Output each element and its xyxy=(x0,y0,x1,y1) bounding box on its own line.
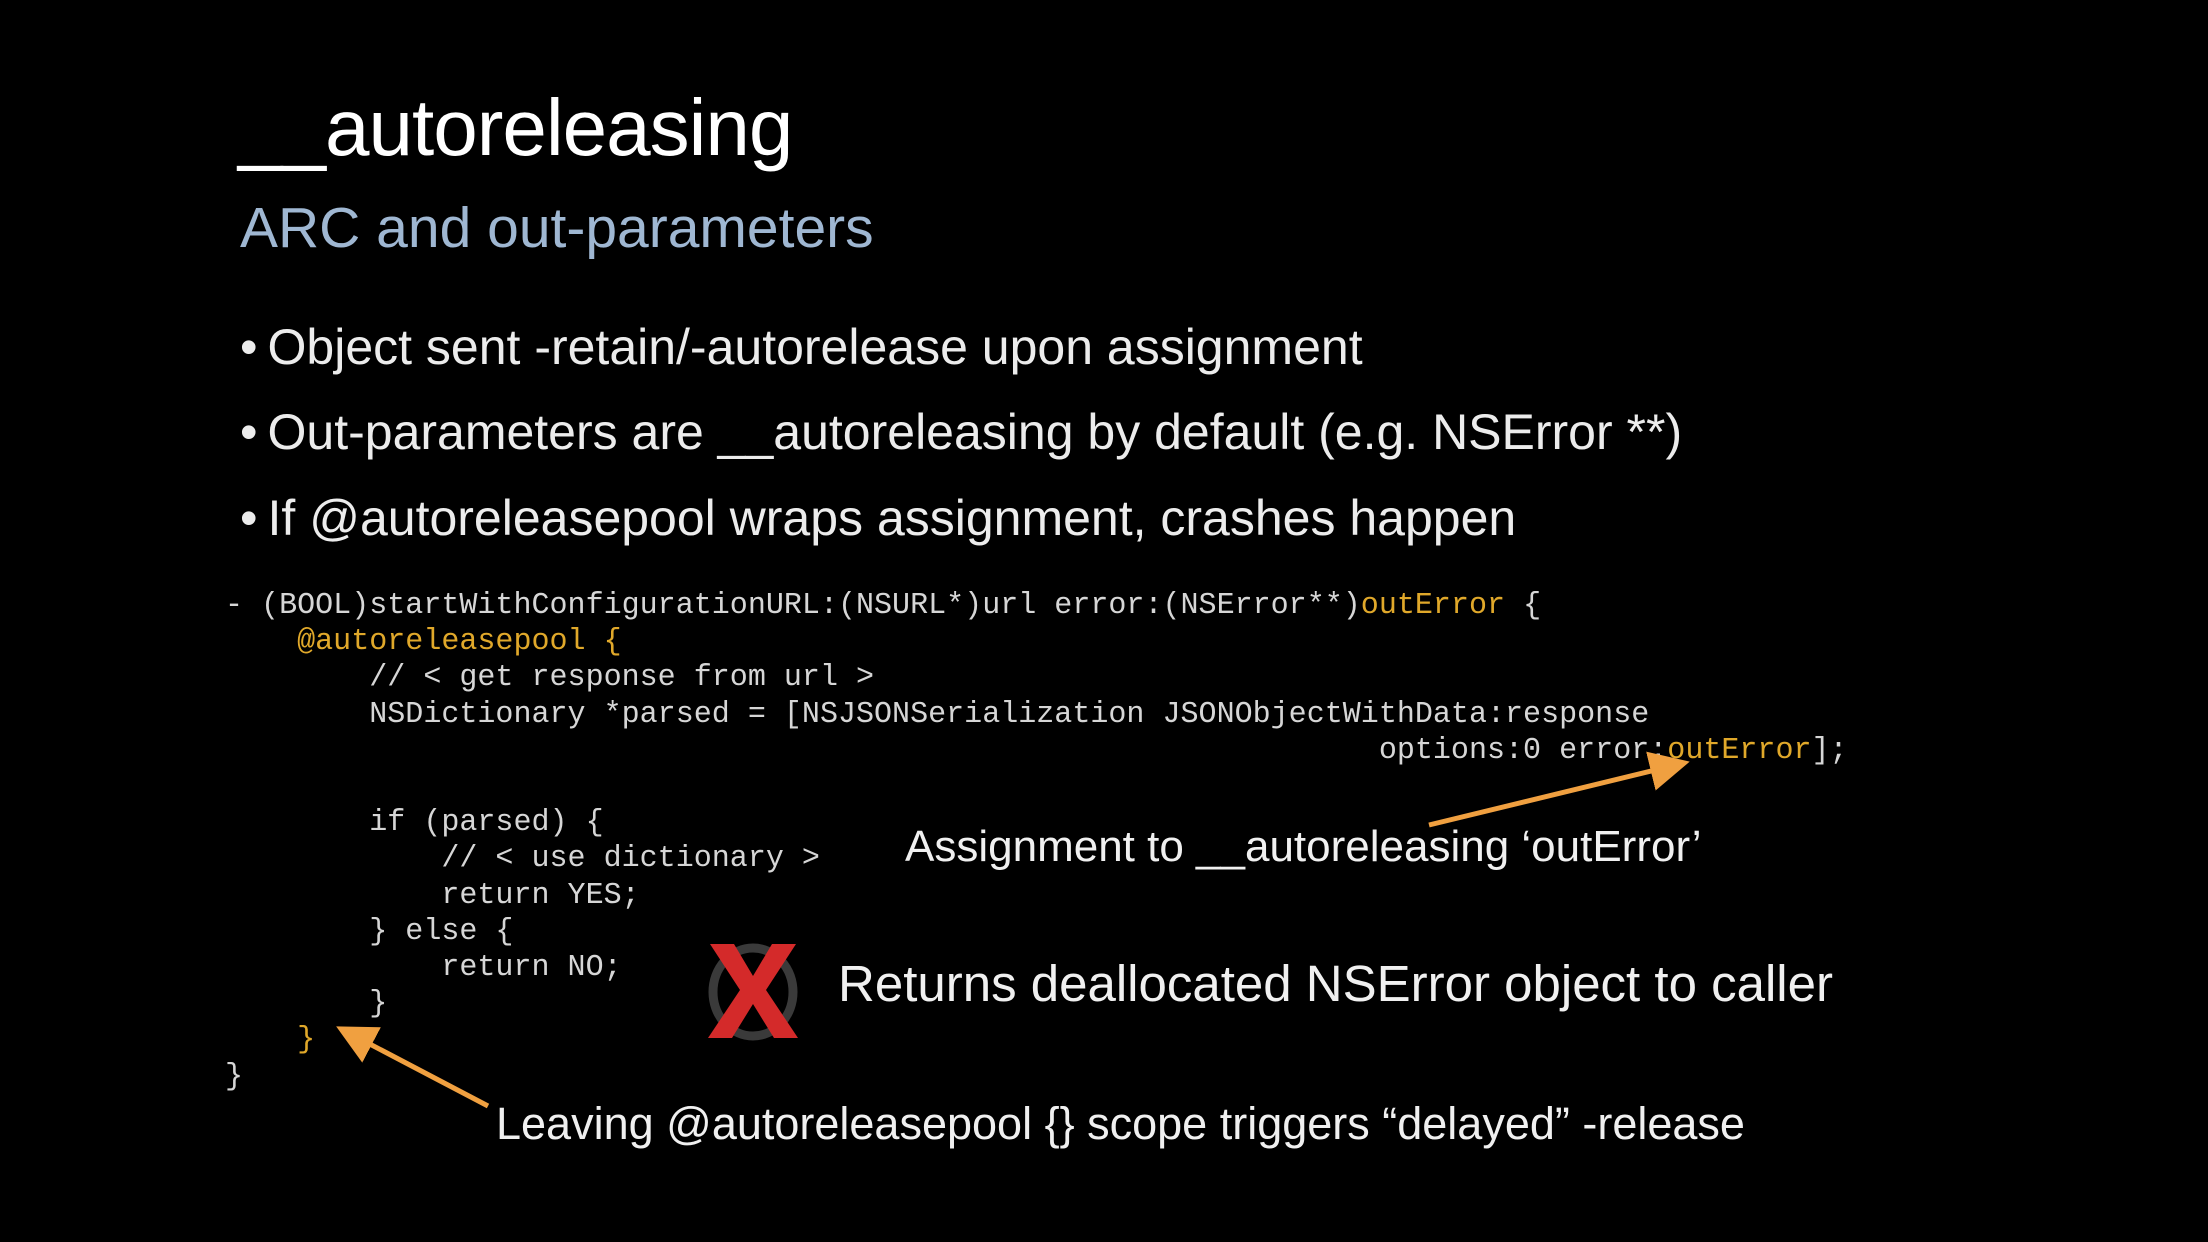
bullet-text: If @autoreleasepool wraps assignment, cr… xyxy=(267,490,1517,546)
code-line: ​ xyxy=(225,769,1848,805)
code-line: return YES; xyxy=(225,878,640,913)
bullet-item: • Object sent -retain/-autorelease upon a… xyxy=(240,319,1363,375)
code-line: } xyxy=(225,1023,316,1058)
code-line: @autoreleasepool { xyxy=(225,625,622,660)
bullet-item: • If @autoreleasepool wraps assignment, c… xyxy=(240,490,1517,546)
annotation-assignment: Assignment to __autoreleasing ‘outError’ xyxy=(905,822,1702,871)
annotation-returns: Returns deallocated NSError object to ca… xyxy=(838,955,1833,1012)
code-line: options:0 error:outError]; xyxy=(225,733,1848,768)
code-line: - (BOOL)startWithConfigurationURL:(NSURL… xyxy=(225,589,1542,623)
x-mark-icon xyxy=(708,943,798,1041)
code-line: // < get response from url > xyxy=(225,661,875,696)
slide-title: __autoreleasing xyxy=(238,83,793,172)
bullet-item: • Out-parameters are __autoreleasing by d… xyxy=(240,404,1683,460)
bullet-text: Object sent -retain/-autorelease upon as… xyxy=(267,319,1363,375)
code-line: } else { xyxy=(225,914,514,949)
code-line: } xyxy=(225,1059,244,1094)
annotation-leaving: Leaving @autoreleasepool {} scope trigge… xyxy=(496,1098,1745,1149)
slide-subtitle: ARC and out-parameters xyxy=(240,196,874,260)
bullet-text: Out-parameters are __autoreleasing by de… xyxy=(267,404,1683,460)
code-line: NSDictionary *parsed = [NSJSONSerializat… xyxy=(225,697,1650,732)
